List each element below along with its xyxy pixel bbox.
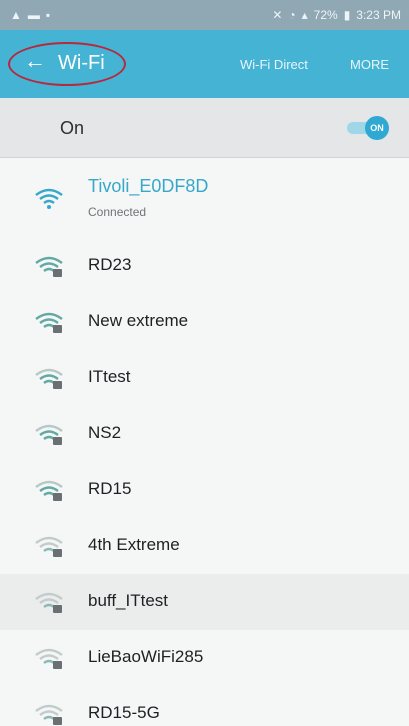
battery-percent: 72% (313, 8, 338, 22)
network-row[interactable]: RD15-5G (0, 686, 409, 726)
network-name: buff_ITtest (88, 591, 169, 610)
wifi-lock-icon (35, 256, 63, 277)
network-row[interactable]: buff_ITtest (0, 574, 409, 630)
wifi-lock-icon (35, 312, 63, 333)
network-row[interactable]: NS2 (0, 406, 409, 462)
network-name: LieBaoWiFi285 (88, 647, 204, 666)
mute-icon: ✕ (272, 8, 283, 22)
network-name: NS2 (88, 423, 122, 442)
wifi-lock-icon (35, 536, 63, 557)
wifi-lock-icon (35, 368, 63, 389)
network-row[interactable]: ITtest (0, 350, 409, 406)
wifi-toggle-switch[interactable]: ON (347, 116, 393, 140)
wifi-direct-button[interactable]: Wi-Fi Direct (240, 57, 308, 72)
network-name: ITtest (88, 367, 131, 386)
wifi-lock-icon (35, 704, 63, 725)
wifi-signal-icon (35, 188, 63, 209)
warning-icon: ▲ (10, 8, 22, 22)
network-status: Connected (88, 205, 147, 219)
wifi-lock-icon (35, 648, 63, 669)
clock: 3:23 PM (356, 8, 401, 22)
image-notification-icon: ▬ (27, 8, 40, 22)
wifi-lock-icon (35, 592, 63, 613)
wifi-lock-icon (35, 480, 63, 501)
lock-notification-icon: ▪ (45, 8, 51, 22)
status-right-icons: ✕ ◔ ▴ 72% ▮ 3:23 PM (272, 8, 401, 22)
toggle-knob: ON (365, 116, 389, 140)
page-title: Wi-Fi (58, 52, 105, 74)
wifi-lock-icon (35, 424, 63, 445)
network-name: RD15 (88, 479, 132, 498)
status-bar: ▲ ▬ ▪ ✕ ◔ ▴ 72% ▮ 3:23 PM (0, 0, 409, 30)
network-name: RD23 (88, 255, 132, 274)
network-name: 4th Extreme (88, 535, 180, 554)
more-button[interactable]: MORE (350, 57, 389, 72)
network-row[interactable]: RD23 (0, 238, 409, 294)
network-row[interactable]: RD15 (0, 462, 409, 518)
network-list: Tivoli_E0DF8D Connected RD23 New extreme… (0, 158, 409, 726)
back-arrow-icon[interactable]: ← (24, 50, 46, 72)
status-left-icons: ▲ ▬ ▪ (10, 8, 50, 22)
network-name: Tivoli_E0DF8D (88, 176, 209, 196)
battery-icon: ▮ (343, 8, 351, 22)
app-bar: ← Wi-Fi Wi-Fi Direct MORE (0, 30, 409, 98)
network-row[interactable]: Tivoli_E0DF8D Connected (0, 158, 409, 238)
network-row[interactable]: New extreme (0, 294, 409, 350)
wifi-master-switch-label: On (60, 118, 85, 138)
network-row[interactable]: 4th Extreme (0, 518, 409, 574)
network-name: RD15-5G (88, 703, 160, 722)
network-row[interactable]: LieBaoWiFi285 (0, 630, 409, 686)
wifi-master-switch-row[interactable]: On ON (0, 98, 409, 158)
signal-icon: ▴ (301, 8, 308, 22)
wifi-status-icon: ◔ (288, 8, 296, 22)
network-name: New extreme (88, 311, 189, 330)
